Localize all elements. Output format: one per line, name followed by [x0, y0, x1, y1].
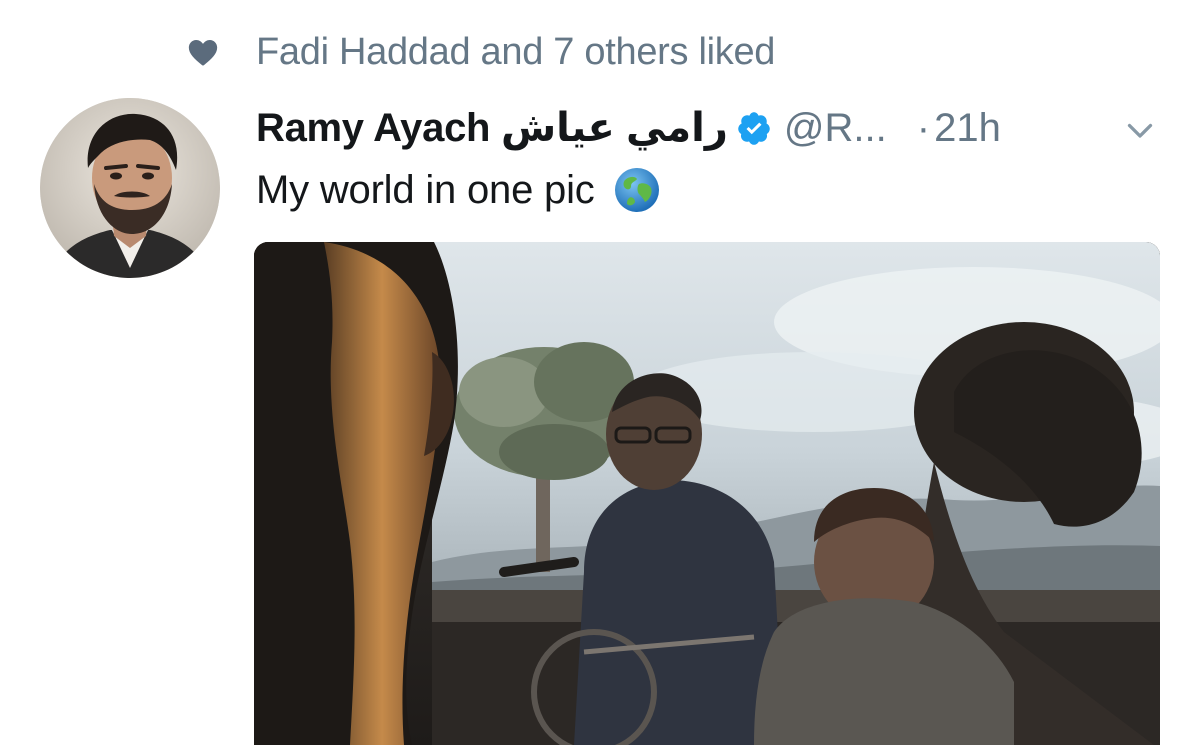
timestamp[interactable]: 21h	[934, 106, 1001, 151]
globe-icon	[613, 166, 661, 214]
photo-image	[254, 242, 1160, 745]
avatar[interactable]	[40, 98, 220, 278]
display-name[interactable]: Ramy Ayach رامي عياش	[256, 105, 728, 151]
user-handle[interactable]: @R...	[784, 106, 887, 151]
tweet-body: My world in one pic	[256, 167, 595, 212]
social-context-text: Fadi Haddad and 7 others liked	[256, 30, 776, 73]
separator-dot: ·	[916, 105, 931, 150]
social-context[interactable]: Fadi Haddad and 7 others liked	[186, 26, 775, 78]
tweet-header: Ramy Ayach رامي عياش @R... · 21h	[256, 100, 1001, 156]
avatar-photo	[40, 98, 220, 278]
chevron-down-icon[interactable]	[1122, 112, 1158, 148]
tweet-text: My world in one pic	[256, 162, 661, 218]
verified-badge-icon	[736, 110, 772, 146]
heart-icon	[186, 35, 220, 69]
tweet-photo[interactable]	[254, 242, 1160, 745]
